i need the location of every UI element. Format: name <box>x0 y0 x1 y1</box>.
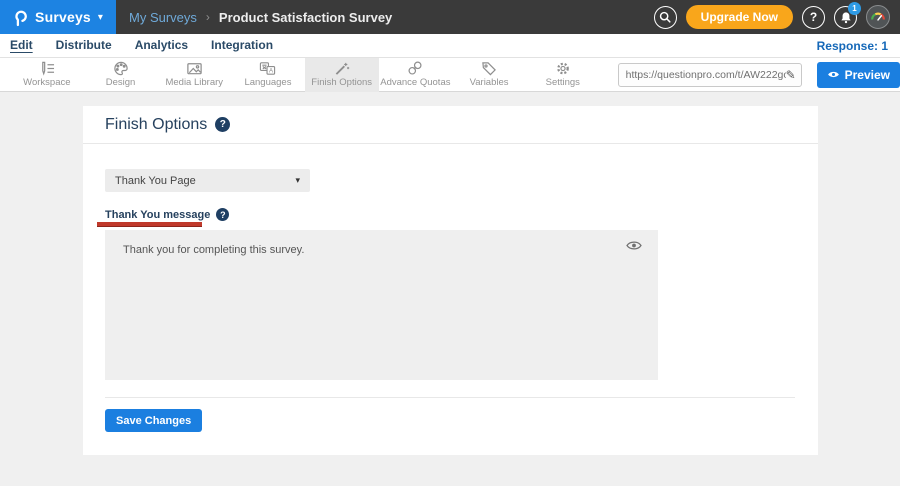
user-avatar[interactable] <box>866 5 890 29</box>
help-button[interactable]: ? <box>802 6 825 29</box>
breadcrumb-separator: › <box>206 10 210 24</box>
upgrade-now-button[interactable]: Upgrade Now <box>686 5 793 29</box>
save-changes-button[interactable]: Save Changes <box>105 409 202 432</box>
workspace-icon <box>39 61 55 76</box>
languages-icon: A <box>259 61 276 76</box>
finish-type-selected-value: Thank You Page <box>115 175 196 187</box>
chevron-down-icon: ▾ <box>98 12 103 23</box>
notification-count-badge: 1 <box>848 2 861 15</box>
finish-options-panel: Finish Options ? Thank You Page ▾ Thank … <box>83 106 818 455</box>
gauge-icon <box>868 7 888 27</box>
design-icon <box>113 61 129 76</box>
header-actions: Upgrade Now ? 1 <box>654 5 900 29</box>
chevron-down-icon: ▾ <box>295 175 300 186</box>
tab-settings[interactable]: Settings <box>526 58 600 92</box>
media-library-icon <box>186 61 203 76</box>
divider <box>105 397 795 398</box>
tab-variables[interactable]: Variables <box>452 58 526 92</box>
search-icon <box>659 11 671 23</box>
search-button[interactable] <box>654 6 677 29</box>
breadcrumb-my-surveys[interactable]: My Surveys <box>129 10 197 25</box>
panel-header: Finish Options ? <box>83 106 818 144</box>
response-count[interactable]: Response: 1 <box>817 39 888 53</box>
page-title: Finish Options <box>105 116 207 134</box>
tab-edit[interactable]: Edit <box>10 38 33 53</box>
variables-icon <box>481 61 497 76</box>
finish-options-icon <box>334 61 350 76</box>
thank-you-message-label-row: Thank You message ? <box>105 208 229 221</box>
preview-button[interactable]: Preview <box>817 62 900 88</box>
edit-toolbar: Workspace Design Media Library A <box>0 58 900 92</box>
tab-integration[interactable]: Integration <box>211 38 273 53</box>
tab-media-library[interactable]: Media Library <box>157 58 231 92</box>
survey-nav: Edit Distribute Analytics Integration Re… <box>0 34 900 58</box>
tab-design[interactable]: Design <box>84 58 158 92</box>
product-label: Surveys <box>35 9 91 25</box>
survey-url-field[interactable]: https://questionpro.com/t/AW222goC ✎ <box>618 63 802 87</box>
thank-you-message-text: Thank you for completing this survey. <box>123 244 304 256</box>
thank-you-message-help-icon[interactable]: ? <box>216 208 229 221</box>
thank-you-message-editor[interactable]: Thank you for completing this survey. <box>105 230 658 380</box>
tab-analytics[interactable]: Analytics <box>135 38 188 53</box>
notifications-button[interactable]: 1 <box>834 6 857 29</box>
product-switcher[interactable]: Surveys ▾ <box>0 0 116 34</box>
top-header: Surveys ▾ My Surveys › Product Satisfact… <box>0 0 900 34</box>
finish-type-select[interactable]: Thank You Page ▾ <box>105 169 310 192</box>
survey-url-text: https://questionpro.com/t/AW222goC <box>626 69 786 81</box>
breadcrumb-survey-name: Product Satisfaction Survey <box>219 10 392 25</box>
thank-you-message-label: Thank You message <box>105 209 210 221</box>
tab-languages[interactable]: A Languages <box>231 58 305 92</box>
red-annotation-underline <box>97 222 202 227</box>
tab-finish-options[interactable]: Finish Options <box>305 58 379 92</box>
preview-message-eye-icon[interactable] <box>626 238 642 256</box>
tab-advance-quotas[interactable]: Advance Quotas <box>379 58 453 92</box>
questionpro-logo-icon <box>13 8 28 27</box>
breadcrumb: My Surveys › Product Satisfaction Survey <box>129 10 392 25</box>
finish-options-help-icon[interactable]: ? <box>215 117 230 132</box>
tab-workspace[interactable]: Workspace <box>10 58 84 92</box>
edit-url-icon[interactable]: ✎ <box>786 68 796 82</box>
advance-quotas-icon <box>407 61 423 76</box>
tab-distribute[interactable]: Distribute <box>56 38 112 53</box>
settings-icon <box>555 61 571 76</box>
eye-icon <box>827 70 840 79</box>
